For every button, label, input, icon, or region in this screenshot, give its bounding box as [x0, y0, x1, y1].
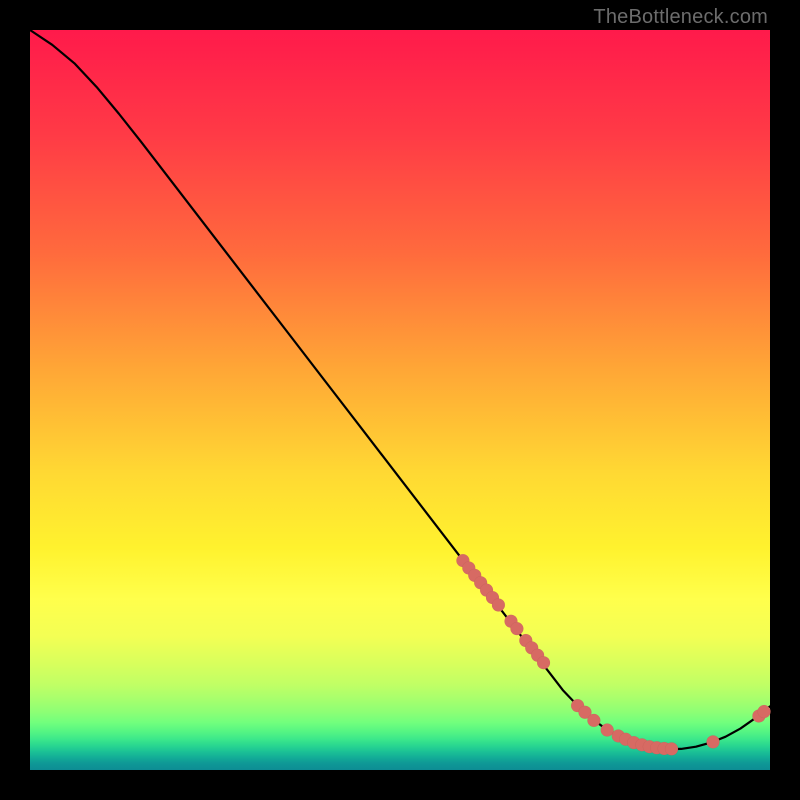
marker-layer — [456, 554, 770, 755]
data-point-marker — [665, 742, 678, 755]
bottleneck-curve — [30, 30, 770, 749]
plot-area — [30, 30, 770, 770]
chart-overlay-svg — [30, 30, 770, 770]
data-point-marker — [510, 622, 523, 635]
data-point-marker — [587, 714, 600, 727]
data-point-marker — [707, 735, 720, 748]
chart-stage: TheBottleneck.com — [0, 0, 800, 800]
data-point-marker — [537, 656, 550, 669]
data-point-marker — [758, 705, 771, 718]
data-point-marker — [492, 598, 505, 611]
watermark-text: TheBottleneck.com — [593, 6, 768, 29]
